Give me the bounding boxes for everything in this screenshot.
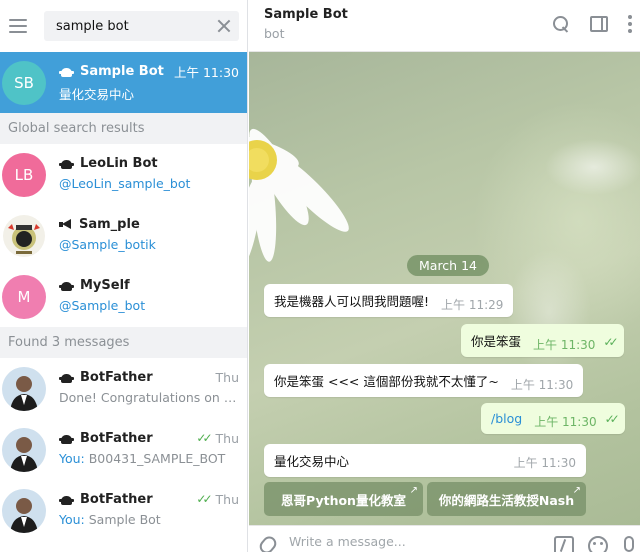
- external-link-icon: ↗: [409, 485, 418, 496]
- section-found-messages: Found 3 messages: [0, 327, 247, 358]
- avatar: SB: [2, 60, 46, 105]
- left-topbar: [0, 0, 247, 52]
- search-input[interactable]: [56, 18, 215, 34]
- attach-icon[interactable]: [256, 533, 280, 552]
- emoji-icon[interactable]: [588, 536, 608, 552]
- double-check-icon: ✓✓: [196, 431, 212, 445]
- bot-icon: [59, 433, 74, 444]
- message-preview: Done! Congratulations on yo...: [59, 390, 239, 405]
- message-sender: BotFather: [80, 491, 153, 507]
- list-item[interactable]: BotFather Thu Done! Congratulations on y…: [0, 358, 247, 419]
- message-bubble[interactable]: 你是笨蛋 <<< 這個部份我就不太懂了~ 上午 11:30: [264, 364, 584, 397]
- list-item[interactable]: BotFather ✓✓ Thu You: B00431_SAMPLE_BOT: [0, 419, 247, 480]
- bot-icon: [59, 280, 74, 291]
- message-time: ✓✓ Thu: [196, 491, 239, 507]
- message-input[interactable]: [289, 534, 540, 549]
- inline-button[interactable]: 你的網路生活教授Nash ↗: [427, 482, 586, 516]
- external-link-icon: ↗: [572, 485, 581, 496]
- list-item[interactable]: LB LeoLin Bot @LeoLin_sample_bot: [0, 144, 247, 205]
- result-name: Sam_ple: [79, 216, 140, 232]
- message-sender: BotFather: [80, 430, 153, 446]
- chat-name: Sample Bot: [80, 63, 164, 79]
- message-bubble-outgoing[interactable]: 你是笨蛋 上午 11:30 ✓✓: [461, 324, 624, 357]
- result-name: MySelf: [80, 277, 130, 293]
- message-time: ✓✓ Thu: [196, 430, 239, 446]
- date-separator: March 14: [407, 255, 489, 276]
- message-area: March 14 我是機器人可以問我問題喔! 上午 11:29 你是笨蛋 上午 11…: [249, 52, 640, 525]
- message-sender: BotFather: [80, 369, 153, 385]
- avatar: LB: [2, 152, 46, 197]
- microphone-icon[interactable]: [624, 536, 634, 552]
- wallpaper-flower: [249, 128, 349, 267]
- message-time: Thu: [215, 369, 239, 385]
- bot-icon: [59, 494, 74, 505]
- avatar: [2, 427, 46, 472]
- message-bubble[interactable]: 量化交易中心 上午 11:30: [264, 444, 586, 477]
- avatar: [2, 366, 46, 411]
- double-check-icon: ✓✓: [603, 335, 618, 349]
- more-icon[interactable]: [628, 15, 632, 33]
- message-preview: You: B00431_SAMPLE_BOT: [59, 451, 226, 466]
- chat-time: 上午 11:30: [174, 64, 239, 80]
- avatar: [2, 488, 46, 533]
- chat-panel: Sample Bot bot March 14 我是機器人可以問我問題喔! 上午 …: [249, 0, 640, 552]
- result-handle: @LeoLin_sample_bot: [59, 176, 191, 191]
- result-handle: @Sample_bot: [59, 298, 146, 313]
- menu-icon[interactable]: [6, 14, 30, 38]
- section-global-results: Global search results: [0, 113, 247, 144]
- megaphone-icon: [59, 218, 73, 230]
- chat-preview: 量化交易中心: [59, 87, 135, 102]
- double-check-icon: ✓✓: [604, 412, 620, 426]
- sidebar-toggle-icon[interactable]: [590, 16, 608, 32]
- chat-header[interactable]: Sample Bot bot: [249, 0, 640, 52]
- result-name: LeoLin Bot: [80, 155, 158, 171]
- chat-row-sample-bot[interactable]: SB Sample Bot 上午 11:30 量化交易中心: [0, 52, 247, 113]
- inline-button[interactable]: 恩哥Python量化教室 ↗: [264, 482, 423, 516]
- search-box: [44, 11, 239, 41]
- list-item[interactable]: M MySelf @Sample_bot: [0, 266, 247, 327]
- bot-commands-icon[interactable]: [554, 536, 574, 552]
- result-handle: @Sample_botik: [59, 237, 156, 252]
- message-composer: [249, 525, 640, 552]
- search-icon[interactable]: [552, 15, 570, 33]
- list-item[interactable]: BotFather ✓✓ Thu You: Sample Bot: [0, 480, 247, 541]
- message-preview: You: Sample Bot: [59, 512, 161, 527]
- list-item[interactable]: Sam_ple @Sample_botik: [0, 205, 247, 266]
- double-check-icon: ✓✓: [196, 492, 212, 506]
- bot-icon: [59, 66, 74, 77]
- message-bubble[interactable]: 我是機器人可以問我問題喔! 上午 11:29: [264, 284, 514, 317]
- chat-list-panel: SB Sample Bot 上午 11:30 量化交易中心 Global sea…: [0, 0, 248, 552]
- bot-icon: [59, 372, 74, 383]
- message-bubble-outgoing[interactable]: /blog 上午 11:30 ✓✓: [481, 403, 625, 434]
- avatar: [2, 213, 46, 258]
- bot-icon: [59, 158, 74, 169]
- close-icon[interactable]: [215, 17, 233, 35]
- avatar: M: [2, 274, 46, 319]
